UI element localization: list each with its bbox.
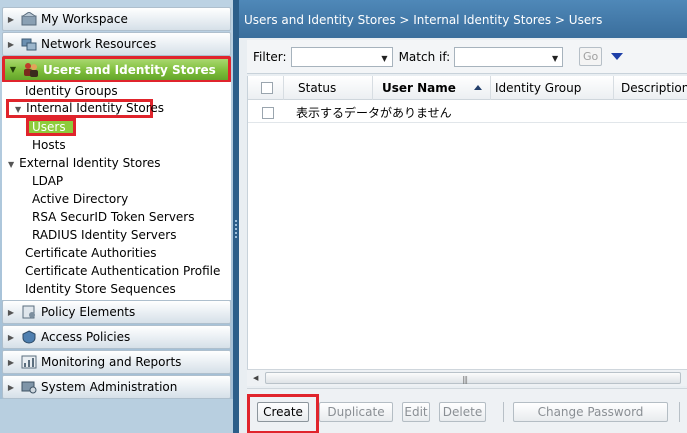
- table-header: Status User Name Identity Group Descript…: [248, 76, 687, 100]
- toolbar-separator: [679, 402, 680, 422]
- filter-bar: Filter: ▼ Match if: ▼ Go: [247, 40, 687, 74]
- tree-item-certificate-authentication-profile[interactable]: Certificate Authentication Profile: [25, 263, 220, 279]
- tree-item-hosts[interactable]: Hosts: [32, 137, 66, 153]
- collapsed-arrow-icon: ▶: [7, 382, 15, 392]
- tree-item-radius[interactable]: RADIUS Identity Servers: [32, 227, 176, 243]
- access-policies-icon: [19, 329, 39, 345]
- grip-icon: |||: [462, 375, 468, 384]
- toolbar-separator: [503, 402, 504, 422]
- collapsed-arrow-icon: ▶: [7, 307, 15, 317]
- filter-select[interactable]: ▼: [290, 46, 393, 67]
- nav-section-label: Network Resources: [41, 37, 157, 51]
- monitoring-icon: [19, 354, 39, 370]
- nav-section-users-and-identity-stores[interactable]: ▼ Users and Identity Stores: [2, 56, 231, 83]
- tree-item-users[interactable]: Users: [26, 118, 76, 136]
- column-header-status[interactable]: Status: [284, 76, 373, 100]
- collapsed-arrow-icon: ▶: [7, 357, 15, 367]
- change-password-button[interactable]: Change Password: [513, 402, 668, 422]
- go-button[interactable]: Go: [579, 47, 603, 66]
- tree-item-certificate-authorities[interactable]: Certificate Authorities: [25, 245, 157, 261]
- scroll-left-icon[interactable]: ◀: [253, 374, 258, 382]
- filter-options-dropdown-icon[interactable]: [611, 53, 624, 60]
- table-row: 表示するデータがありません: [248, 101, 687, 123]
- tree-item-label: Internal Identity Stores: [26, 101, 164, 115]
- nav-section-label: Monitoring and Reports: [41, 355, 182, 369]
- splitter-grip-icon: [235, 220, 237, 238]
- users-table: Status User Name Identity Group Descript…: [247, 76, 687, 386]
- nav-section-label: Users and Identity Stores: [43, 62, 216, 77]
- tree-item-identity-groups[interactable]: Identity Groups: [25, 83, 118, 99]
- column-header-label: User Name: [382, 81, 456, 95]
- system-admin-icon: [19, 379, 39, 395]
- select-all-checkbox-cell[interactable]: [248, 76, 284, 100]
- tree-item-identity-store-sequences[interactable]: Identity Store Sequences: [25, 281, 176, 297]
- nav-section-label: Access Policies: [41, 330, 131, 344]
- workspace-icon: [19, 11, 39, 27]
- nav-section-my-workspace[interactable]: ▶ My Workspace: [2, 7, 231, 31]
- users-icon: [21, 62, 41, 78]
- create-button[interactable]: Create: [257, 402, 309, 422]
- tree-item-rsa-securid[interactable]: RSA SecurID Token Servers: [32, 209, 195, 225]
- nav-section-label: Policy Elements: [41, 305, 136, 319]
- action-bar: Create Duplicate Edit Delete Change Pass…: [247, 388, 687, 433]
- main-content: Users and Identity Stores > Internal Ide…: [239, 0, 687, 433]
- tree-item-label: External Identity Stores: [19, 156, 161, 170]
- scrollbar-thumb[interactable]: |||: [265, 372, 681, 384]
- nav-tree: Identity Groups ▼ Internal Identity Store…: [2, 82, 231, 300]
- tree-item-external-identity-stores[interactable]: ▼ External Identity Stores: [8, 155, 161, 173]
- nav-section-network-resources[interactable]: ▶ Network Resources: [2, 32, 231, 56]
- row-checkbox[interactable]: [262, 107, 274, 119]
- nav-empty-area: [0, 399, 233, 433]
- sort-ascending-icon: [474, 85, 482, 90]
- collapsed-arrow-icon: ▶: [7, 39, 15, 49]
- nav-section-system-administration[interactable]: ▶ System Administration: [2, 375, 231, 399]
- match-if-label: Match if:: [398, 49, 451, 64]
- expanded-arrow-icon: ▼: [15, 105, 22, 114]
- column-header-identity-group[interactable]: Identity Group: [491, 76, 614, 100]
- expanded-arrow-icon: ▼: [8, 160, 15, 169]
- nav-section-label: My Workspace: [41, 12, 128, 26]
- column-header-user-name[interactable]: User Name: [373, 76, 491, 100]
- tree-item-active-directory[interactable]: Active Directory: [32, 191, 128, 207]
- select-all-checkbox[interactable]: [261, 82, 273, 94]
- collapsed-arrow-icon: ▶: [7, 332, 15, 342]
- policy-elements-icon: [19, 304, 39, 320]
- nav-section-label: System Administration: [41, 380, 178, 394]
- match-if-select[interactable]: ▼: [454, 46, 564, 67]
- breadcrumb: Users and Identity Stores > Internal Ide…: [239, 0, 687, 38]
- nav-section-access-policies[interactable]: ▶ Access Policies: [2, 325, 231, 349]
- tree-item-ldap[interactable]: LDAP: [32, 173, 63, 189]
- delete-button[interactable]: Delete: [439, 402, 486, 422]
- nav-section-monitoring-and-reports[interactable]: ▶ Monitoring and Reports: [2, 350, 231, 374]
- tree-item-internal-identity-stores[interactable]: ▼ Internal Identity Stores: [6, 99, 164, 118]
- navigation-pane: ▶ My Workspace ▶ Network Resources ▼ Use…: [0, 0, 233, 433]
- filter-label: Filter:: [253, 49, 287, 64]
- column-header-description[interactable]: Description: [614, 76, 687, 100]
- edit-button[interactable]: Edit: [402, 402, 430, 422]
- chevron-down-icon: ▼: [552, 53, 559, 63]
- network-icon: [19, 36, 39, 52]
- chevron-down-icon: ▼: [381, 53, 388, 63]
- nav-section-policy-elements[interactable]: ▶ Policy Elements: [2, 300, 231, 324]
- expanded-arrow-icon: ▼: [9, 65, 17, 74]
- collapsed-arrow-icon: ▶: [7, 14, 15, 24]
- horizontal-scrollbar[interactable]: ◀ |||: [247, 369, 687, 386]
- empty-table-message: 表示するデータがありません: [296, 106, 452, 120]
- duplicate-button[interactable]: Duplicate: [319, 402, 393, 422]
